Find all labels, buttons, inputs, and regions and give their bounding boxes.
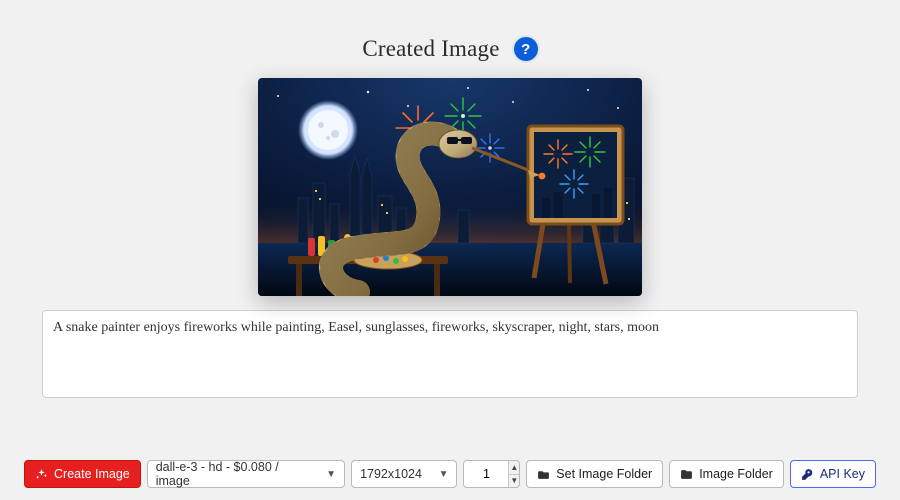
folder-icon bbox=[680, 468, 693, 481]
chevron-down-icon: ▼ bbox=[439, 469, 449, 480]
count-input[interactable] bbox=[464, 461, 508, 487]
chevron-down-icon: ▼ bbox=[326, 469, 336, 480]
create-image-button[interactable]: Create Image bbox=[24, 460, 141, 488]
sparkle-icon bbox=[35, 468, 48, 481]
generated-image bbox=[258, 78, 642, 296]
image-folder-button[interactable]: Image Folder bbox=[669, 460, 784, 488]
size-select-value: 1792x1024 bbox=[360, 467, 422, 481]
set-image-folder-button[interactable]: Set Image Folder bbox=[526, 460, 663, 488]
model-select-value: dall-e-3 - hd - $0.080 / image bbox=[156, 460, 316, 488]
count-spinner[interactable]: ▲ ▼ bbox=[463, 460, 520, 488]
api-key-label: API Key bbox=[820, 467, 865, 481]
model-select[interactable]: dall-e-3 - hd - $0.080 / image ▼ bbox=[147, 460, 345, 488]
size-select[interactable]: 1792x1024 ▼ bbox=[351, 460, 457, 488]
key-icon bbox=[801, 468, 814, 481]
create-image-label: Create Image bbox=[54, 467, 130, 481]
prompt-input[interactable] bbox=[42, 310, 858, 398]
count-step-down[interactable]: ▼ bbox=[509, 475, 519, 488]
page-title: Created Image bbox=[362, 36, 499, 62]
count-step-up[interactable]: ▲ bbox=[509, 461, 519, 475]
toolbar: Create Image dall-e-3 - hd - $0.080 / im… bbox=[0, 460, 900, 488]
image-folder-label: Image Folder bbox=[699, 467, 773, 481]
help-icon[interactable]: ? bbox=[514, 37, 538, 61]
header-row: Created Image ? bbox=[362, 36, 537, 62]
api-key-button[interactable]: API Key bbox=[790, 460, 876, 488]
folder-open-icon bbox=[537, 468, 550, 481]
set-image-folder-label: Set Image Folder bbox=[556, 467, 652, 481]
